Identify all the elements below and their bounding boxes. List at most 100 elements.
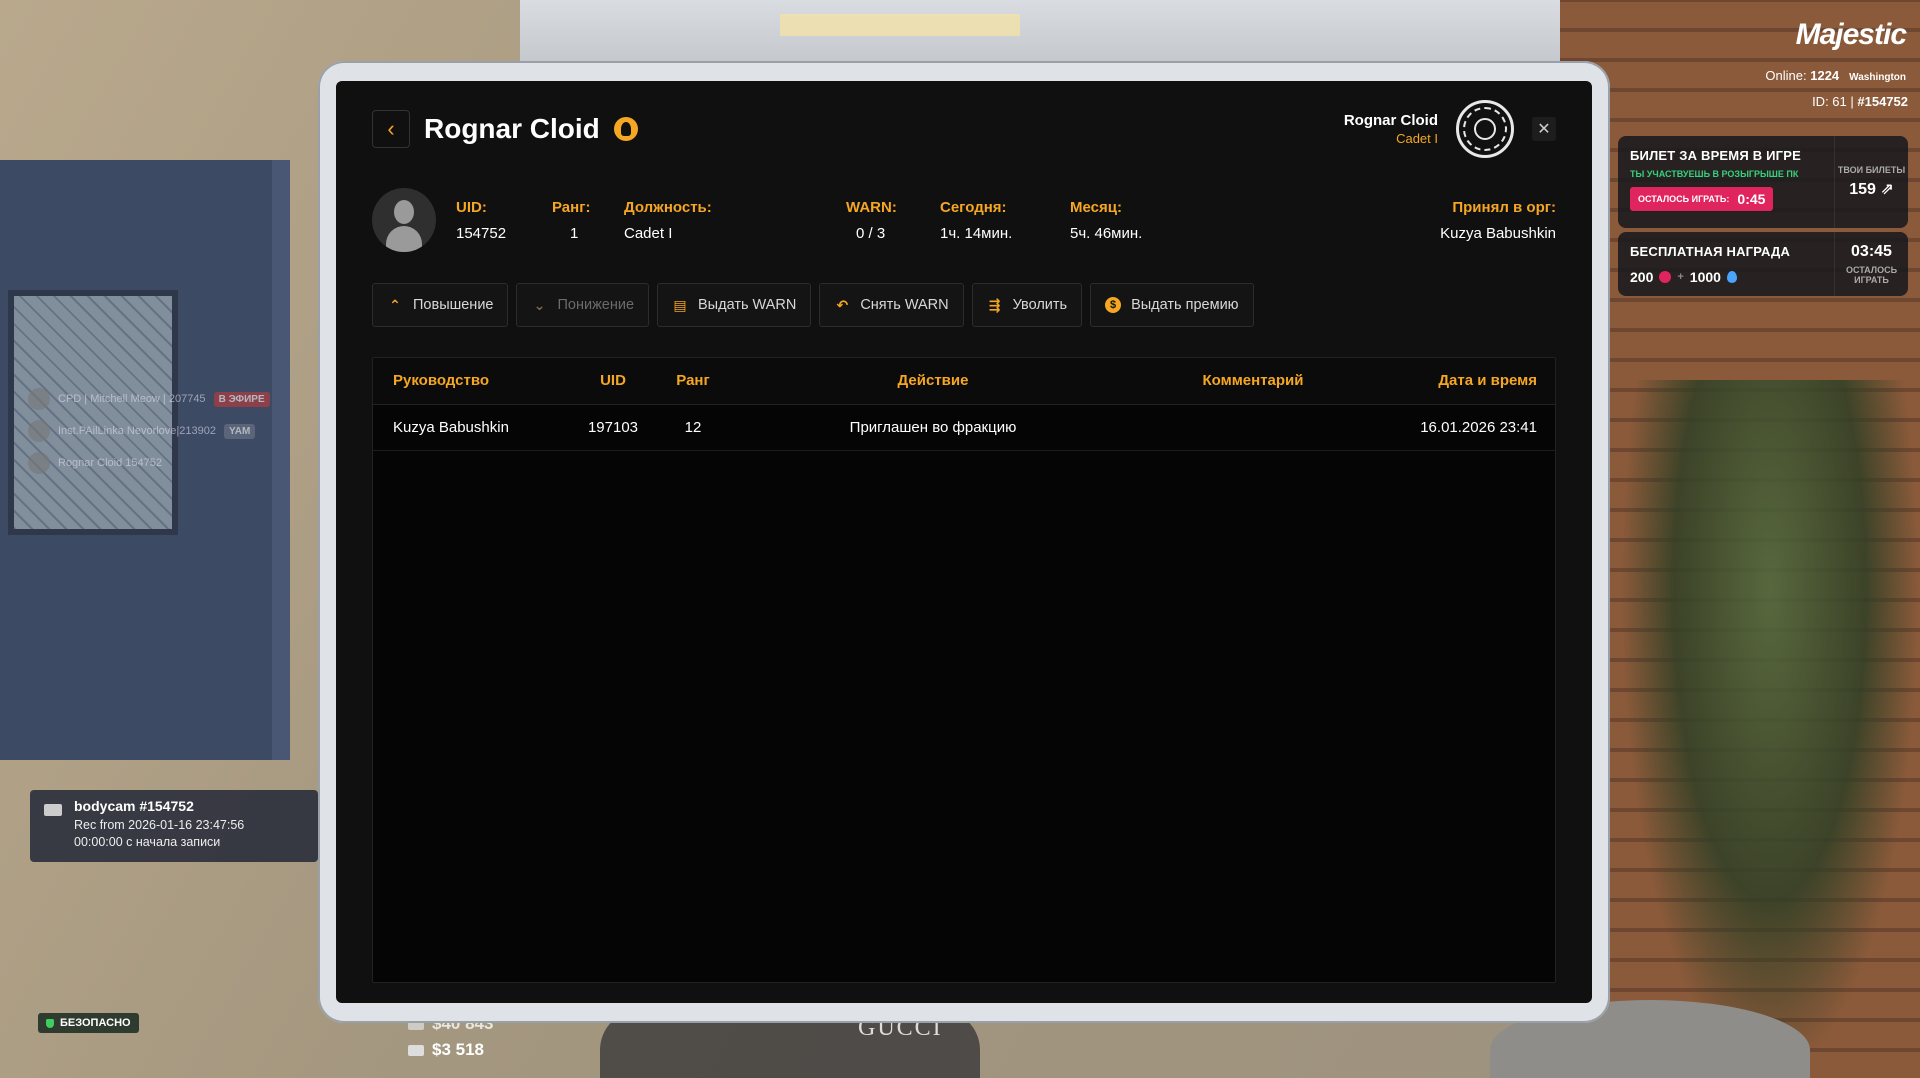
avatar <box>28 388 50 410</box>
column-header: UID <box>573 358 653 405</box>
reward-timer-label: ОСТАЛОСЬ ИГРАТЬ <box>1845 264 1898 285</box>
ticket-timer-label: ОСТАЛОСЬ ИГРАТЬ: <box>1638 194 1730 204</box>
player-id-value: #154752 <box>1857 94 1908 109</box>
bodycam-panel: bodycam #154752 Rec from 2026-01-16 23:4… <box>30 790 318 862</box>
accepted-by-value: Kuzya Babushkin <box>1440 224 1556 242</box>
post-label: Должность: <box>624 198 712 216</box>
accepted-by-label: Принял в орг: <box>1452 198 1556 216</box>
column-header: Действие <box>733 358 1133 405</box>
ticket-count-label: ТВОИ БИЛЕТЫ <box>1837 164 1906 175</box>
bank-value: $3 518 <box>432 1040 484 1059</box>
warn-label: WARN: <box>846 198 897 216</box>
coin-icon <box>1659 271 1672 283</box>
warn-doc-icon: ▤ <box>673 296 687 313</box>
table-cell: 16.01.2026 23:41 <box>1373 404 1555 451</box>
today-label: Сегодня: <box>940 198 1007 216</box>
member-profile-screen: ‹ Rognar Cloid Rognar Cloid Cadet I ✕ UI… <box>336 81 1592 1003</box>
uid-value: 154752 <box>456 224 507 242</box>
ticket-icon: ⇗ <box>1880 181 1894 199</box>
column-header: Руководство <box>373 358 573 405</box>
demote-label: Понижение <box>557 297 635 313</box>
avatar <box>372 188 436 252</box>
fire-icon: ⇶ <box>988 296 1001 313</box>
uid-field: UID: 154752 <box>456 199 552 242</box>
ceiling-light <box>780 14 1020 36</box>
viewer-name: Rognar Cloid <box>1343 112 1438 129</box>
undo-icon: ↶ <box>836 296 849 313</box>
fire-button[interactable]: ⇶ Уволить <box>971 283 1083 327</box>
promote-button[interactable]: ⌃ Повышение <box>372 283 509 327</box>
post-value: Cadet I <box>624 224 673 242</box>
reward-panel[interactable]: БЕСПЛАТНАЯ НАГРАДА 200 + 1000 03:45 ОСТА… <box>1618 232 1908 296</box>
ticket-panel[interactable]: БИЛЕТ ЗА ВРЕМЯ В ИГРЕ ТЫ УЧАСТВУЕШЬ В РО… <box>1618 136 1908 228</box>
voice-name: CPD | Mitchell Meow | 207745 <box>58 393 206 405</box>
column-header: Дата и время <box>1373 358 1555 405</box>
remove-warn-button[interactable]: ↶ Снять WARN <box>819 283 964 327</box>
remove-warn-label: Снять WARN <box>860 297 949 313</box>
arrow-down-icon: ⌄ <box>533 296 546 313</box>
table-cell: 12 <box>653 404 733 451</box>
ceiling <box>520 0 1560 64</box>
shield-icon <box>46 1018 54 1028</box>
card-icon <box>408 1044 424 1056</box>
reward-amount-a: 200 <box>1630 269 1654 285</box>
online-label: Online: <box>1765 68 1807 83</box>
reward-amounts: 200 + 1000 <box>1630 269 1822 285</box>
member-info: UID: 154752 Ранг: 1 Должность: Cadet I W… <box>372 187 1556 253</box>
table-header-row: Руководство UID Ранг Действие Комментари… <box>373 358 1555 405</box>
issue-warn-button[interactable]: ▤ Выдать WARN <box>657 283 812 327</box>
voice-item: CPD | Mitchell Meow | 207745 В ЭФИРЕ <box>28 388 270 410</box>
voice-item: Inst.PAilLinka Nevorlove|213902 YAM <box>28 420 270 442</box>
ticket-title: БИЛЕТ ЗА ВРЕМЯ В ИГРЕ <box>1630 148 1801 163</box>
history-table: Руководство UID Ранг Действие Комментари… <box>372 357 1556 983</box>
online-count: 1224 <box>1810 68 1840 83</box>
camera-icon <box>44 804 62 816</box>
bonus-button[interactable]: $ Выдать премию <box>1090 283 1254 327</box>
online-indicator: Online: 1224 Washington <box>1765 68 1906 83</box>
rank-value: 1 <box>570 224 579 242</box>
reward-amount-b: 1000 <box>1689 269 1721 285</box>
table-cell: 197103 <box>573 404 653 451</box>
table-cell: Приглашен во фракцию <box>733 404 1133 451</box>
voice-name: Rognar Cloid 154752 <box>58 457 162 469</box>
arrow-up-icon: ⌃ <box>389 296 401 313</box>
close-icon: ✕ <box>1537 121 1551 138</box>
today-value: 1ч. 14мин. <box>940 224 1013 242</box>
reward-title: БЕСПЛАТНАЯ НАГРАДА <box>1630 244 1791 259</box>
tablet-frame: ‹ Rognar Cloid Rognar Cloid Cadet I ✕ UI… <box>318 61 1610 1023</box>
close-button[interactable]: ✕ <box>1532 117 1556 141</box>
profile-header: ‹ Rognar Cloid Rognar Cloid Cadet I ✕ <box>372 100 1556 158</box>
table-cell: Kuzya Babushkin <box>373 404 573 451</box>
coin-icon: $ <box>1105 297 1122 313</box>
ticket-subtitle: ТЫ УЧАСТВУЕШЬ В РОЗЫГРЫШЕ ПК <box>1630 169 1799 179</box>
fire-label: Уволить <box>1012 297 1068 313</box>
ticket-count: 159 ⇗ <box>1849 181 1894 199</box>
demote-button[interactable]: ⌄ Понижение <box>516 283 650 327</box>
accepted-by-field: Принял в орг: Kuzya Babushkin <box>1440 199 1556 242</box>
viewer-rank: Cadet I <box>1396 131 1438 146</box>
issue-warn-label: Выдать WARN <box>698 297 797 313</box>
viewer-info: Rognar Cloid Cadet I ✕ <box>1344 100 1556 158</box>
bodycam-elapsed: 00:00:00 с начала записи <box>74 835 221 849</box>
page-title: Rognar Cloid <box>424 113 600 144</box>
bodycam-title: bodycam #154752 <box>74 798 194 814</box>
rank-field: Ранг: 1 <box>552 199 624 242</box>
column-header: Комментарий <box>1133 358 1373 405</box>
player-id: ID: 61 | #154752 <box>1812 94 1908 109</box>
bodycam-rec: Rec from 2026-01-16 23:47:56 <box>74 818 245 832</box>
ticket-timer-value: 0:45 <box>1737 191 1766 207</box>
voice-list: CPD | Mitchell Meow | 207745 В ЭФИРЕ Ins… <box>28 388 270 474</box>
safe-zone-badge: БЕЗОПАСНО <box>38 1013 139 1033</box>
safe-zone-label: БЕЗОПАСНО <box>60 1017 131 1029</box>
player-id-label: ID: 61 | <box>1812 94 1854 109</box>
back-button[interactable]: ‹ <box>372 110 410 148</box>
money-bank: $3 518 <box>408 1040 484 1060</box>
bonus-label: Выдать премию <box>1131 297 1239 313</box>
chevron-left-icon: ‹ <box>387 116 395 141</box>
avatar <box>28 452 50 474</box>
department-seal-icon <box>1456 100 1514 158</box>
uid-label: UID: <box>456 198 487 216</box>
reward-timer: 03:45 <box>1851 242 1892 260</box>
month-field: Месяц: 5ч. 46мин. <box>1070 199 1210 242</box>
server-logo: Majestic <box>1795 18 1907 51</box>
